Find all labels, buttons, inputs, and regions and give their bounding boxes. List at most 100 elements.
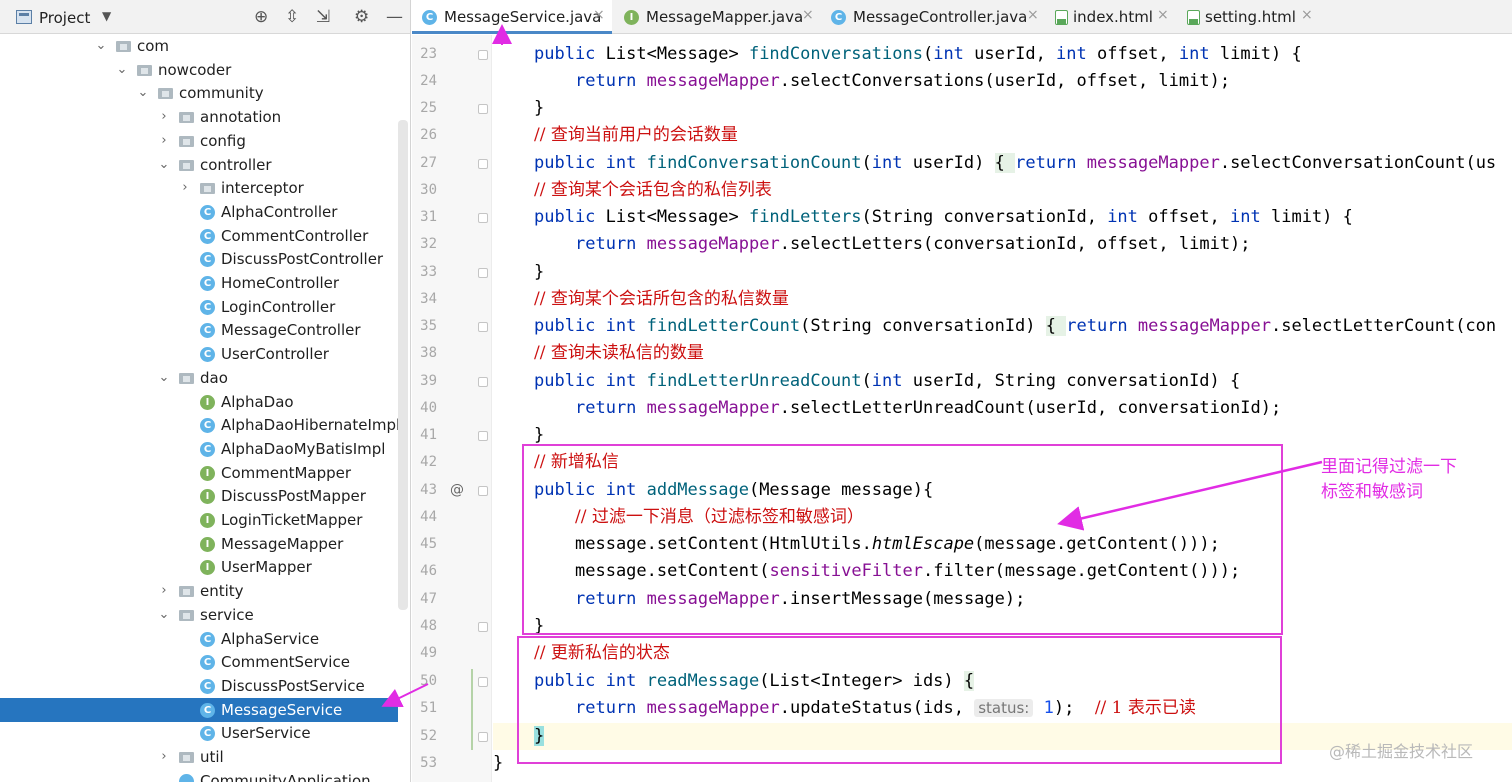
- class-icon: C: [200, 631, 215, 647]
- line-number: 27: [420, 155, 437, 171]
- interface-icon: I: [200, 536, 215, 552]
- line-number: 32: [420, 236, 437, 252]
- tree-item-community[interactable]: ⌄ community: [0, 81, 398, 105]
- fold-marker-icon[interactable]: [478, 159, 488, 169]
- tab-messagemapper[interactable]: I MessageMapper.java ×: [614, 0, 819, 34]
- gear-icon[interactable]: ⚙: [354, 7, 369, 27]
- tree-item-label: MessageService: [221, 700, 343, 719]
- fold-marker-icon[interactable]: [478, 50, 488, 60]
- vcs-change-marker: [471, 669, 473, 750]
- tree-item-commentservice[interactable]: C CommentService: [0, 650, 398, 674]
- close-icon[interactable]: ×: [593, 7, 605, 23]
- tree-item-messagecontroller[interactable]: C MessageController: [0, 318, 398, 342]
- tree-item-config[interactable]: › config: [0, 129, 398, 153]
- close-icon[interactable]: ×: [1027, 7, 1039, 23]
- fold-marker-icon[interactable]: [478, 431, 488, 441]
- tree-item-alphadaomybatisimpl[interactable]: C AlphaDaoMyBatisImpl: [0, 437, 398, 461]
- class-icon: C: [200, 204, 215, 220]
- tree-item-entity[interactable]: › entity: [0, 579, 398, 603]
- tree-item-commentmapper[interactable]: I CommentMapper: [0, 461, 398, 485]
- project-view-title[interactable]: Project: [39, 9, 90, 27]
- tree-item-annotation[interactable]: › annotation: [0, 105, 398, 129]
- view-selector-chevron-down-icon[interactable]: ▼: [102, 9, 111, 23]
- code-line-25: }: [534, 98, 545, 118]
- tree-item-util[interactable]: › util: [0, 745, 398, 769]
- tree-item-communityapplication[interactable]: CommunityApplication: [0, 769, 398, 782]
- tree-item-label: LoginTicketMapper: [221, 511, 363, 529]
- fold-marker-icon[interactable]: [478, 104, 488, 114]
- tree-item-messageservice[interactable]: C MessageService: [0, 697, 398, 722]
- hide-panel-icon[interactable]: —: [386, 7, 403, 27]
- tree-item-commentcontroller[interactable]: C CommentController: [0, 224, 398, 248]
- code-line-32: return messageMapper.selectLetters(conve…: [575, 234, 1251, 254]
- tree-item-label: DiscussPostMapper: [221, 487, 366, 506]
- tab-index-html[interactable]: index.html ×: [1045, 0, 1175, 34]
- chevron-right-icon[interactable]: ›: [158, 745, 170, 769]
- chevron-down-icon[interactable]: ⌄: [95, 34, 107, 58]
- fold-marker-icon[interactable]: [478, 213, 488, 223]
- tree-item-alphacontroller[interactable]: C AlphaController: [0, 200, 398, 224]
- close-icon[interactable]: ×: [1157, 7, 1169, 23]
- tree-item-discusspostservice[interactable]: C DiscussPostService: [0, 674, 398, 698]
- chevron-down-icon[interactable]: ⌄: [137, 81, 149, 105]
- tree-item-userservice[interactable]: C UserService: [0, 721, 398, 745]
- tree-item-controller[interactable]: ⌄ controller: [0, 153, 398, 177]
- chevron-down-icon[interactable]: ⌄: [158, 153, 170, 177]
- tree-item-label: service: [200, 605, 254, 624]
- tree-item-alphadao[interactable]: I AlphaDao: [0, 390, 398, 414]
- tree-item-homecontroller[interactable]: C HomeController: [0, 271, 398, 295]
- override-at-icon[interactable]: @: [450, 477, 464, 504]
- tab-messagecontroller[interactable]: C MessageController.java ×: [821, 0, 1043, 34]
- chevron-right-icon[interactable]: ›: [158, 579, 170, 603]
- fold-marker-icon[interactable]: [478, 732, 488, 742]
- tree-item-logincontroller[interactable]: C LoginController: [0, 295, 398, 319]
- tree-item-label: LoginController: [221, 297, 336, 316]
- class-icon: C: [200, 726, 215, 742]
- expand-all-icon[interactable]: ⇳: [285, 7, 299, 27]
- fold-marker-icon[interactable]: [478, 322, 488, 332]
- close-icon[interactable]: ×: [802, 7, 814, 23]
- chevron-right-icon[interactable]: ›: [179, 176, 191, 200]
- class-icon: C: [200, 347, 215, 363]
- tab-label: MessageService.java: [444, 8, 602, 26]
- locate-target-icon[interactable]: ⊕: [254, 7, 268, 27]
- tree-item-label: CommunityApplication: [200, 771, 371, 782]
- tree-item-discusspostcontroller[interactable]: C DiscussPostController: [0, 247, 398, 271]
- tree-item-messagemapper[interactable]: I MessageMapper: [0, 532, 398, 556]
- tree-item-alphadaohibernateimpl[interactable]: C AlphaDaoHibernateImpl: [0, 413, 400, 437]
- chevron-right-icon[interactable]: ›: [158, 129, 170, 153]
- application-class-icon: [179, 773, 194, 782]
- tree-item-interceptor[interactable]: › interceptor: [0, 176, 398, 200]
- tree-item-loginticketmapper[interactable]: I LoginTicketMapper: [0, 508, 398, 532]
- tree-item-dao[interactable]: ⌄ dao: [0, 366, 398, 390]
- interface-icon: I: [624, 10, 639, 25]
- tree-item-service[interactable]: ⌄ service: [0, 603, 398, 627]
- class-icon: C: [200, 323, 215, 339]
- chevron-down-icon[interactable]: ⌄: [116, 58, 128, 82]
- highlight-box-read-message: [517, 636, 1282, 764]
- tree-item-discusspostmapper[interactable]: I DiscussPostMapper: [0, 484, 398, 508]
- fold-marker-icon[interactable]: [478, 622, 488, 632]
- html-icon: [1055, 10, 1068, 25]
- tree-item-usermapper[interactable]: I UserMapper: [0, 555, 398, 579]
- fold-marker-icon[interactable]: [478, 377, 488, 387]
- chevron-down-icon[interactable]: ⌄: [158, 603, 170, 627]
- tree-item-label: DiscussPostService: [221, 676, 365, 695]
- tree-item-usercontroller[interactable]: C UserController: [0, 342, 398, 366]
- tree-item-alphaservice[interactable]: C AlphaService: [0, 627, 398, 651]
- chevron-right-icon[interactable]: ›: [158, 105, 170, 129]
- tab-setting-html[interactable]: setting.html ×: [1177, 0, 1317, 34]
- tree-item-com[interactable]: ⌄ com: [0, 34, 398, 58]
- tree-item-nowcoder[interactable]: ⌄ nowcoder: [0, 58, 398, 82]
- fold-marker-icon[interactable]: [478, 486, 488, 496]
- tree-scrollbar[interactable]: [398, 120, 408, 610]
- chevron-down-icon[interactable]: ⌄: [158, 366, 170, 390]
- tree-item-label: DiscussPostController: [221, 250, 384, 269]
- collapse-all-icon[interactable]: ⇲: [316, 7, 330, 27]
- fold-marker-icon[interactable]: [478, 268, 488, 278]
- line-number: 41: [420, 427, 437, 443]
- close-icon[interactable]: ×: [1301, 7, 1313, 23]
- tab-messageservice[interactable]: C MessageService.java ×: [412, 0, 612, 34]
- annotation-line-2: 标签和敏感词: [1321, 482, 1423, 502]
- fold-marker-icon[interactable]: [478, 677, 488, 687]
